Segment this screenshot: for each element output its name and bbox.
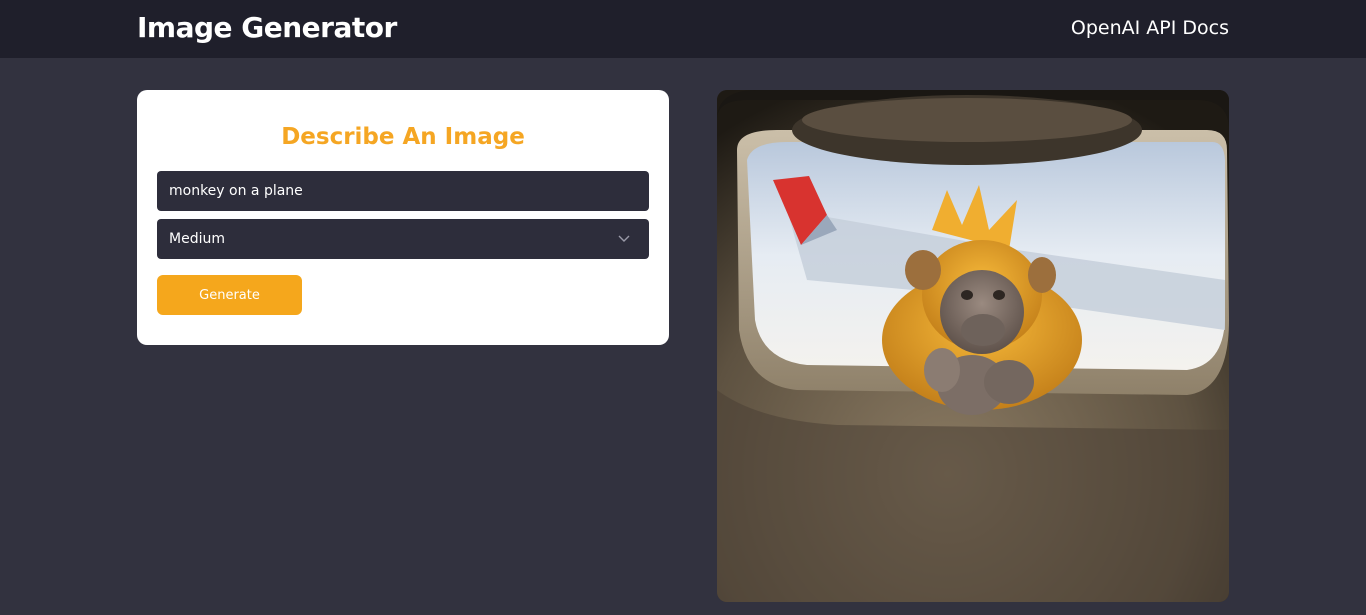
navbar: Image Generator OpenAI API Docs: [0, 0, 1366, 58]
app-title: Image Generator: [137, 11, 397, 44]
openai-docs-link[interactable]: OpenAI API Docs: [1071, 15, 1229, 41]
image-form-card: Describe An Image Medium Generate: [137, 90, 669, 345]
chevron-down-icon: [617, 219, 631, 259]
generated-image: [717, 90, 1229, 602]
generated-image-illustration: [717, 90, 1229, 602]
form-heading: Describe An Image: [281, 124, 525, 150]
size-select[interactable]: Medium: [157, 219, 649, 259]
generate-button[interactable]: Generate: [157, 275, 302, 315]
prompt-input[interactable]: [157, 171, 649, 211]
size-select-value: Medium: [169, 231, 225, 247]
